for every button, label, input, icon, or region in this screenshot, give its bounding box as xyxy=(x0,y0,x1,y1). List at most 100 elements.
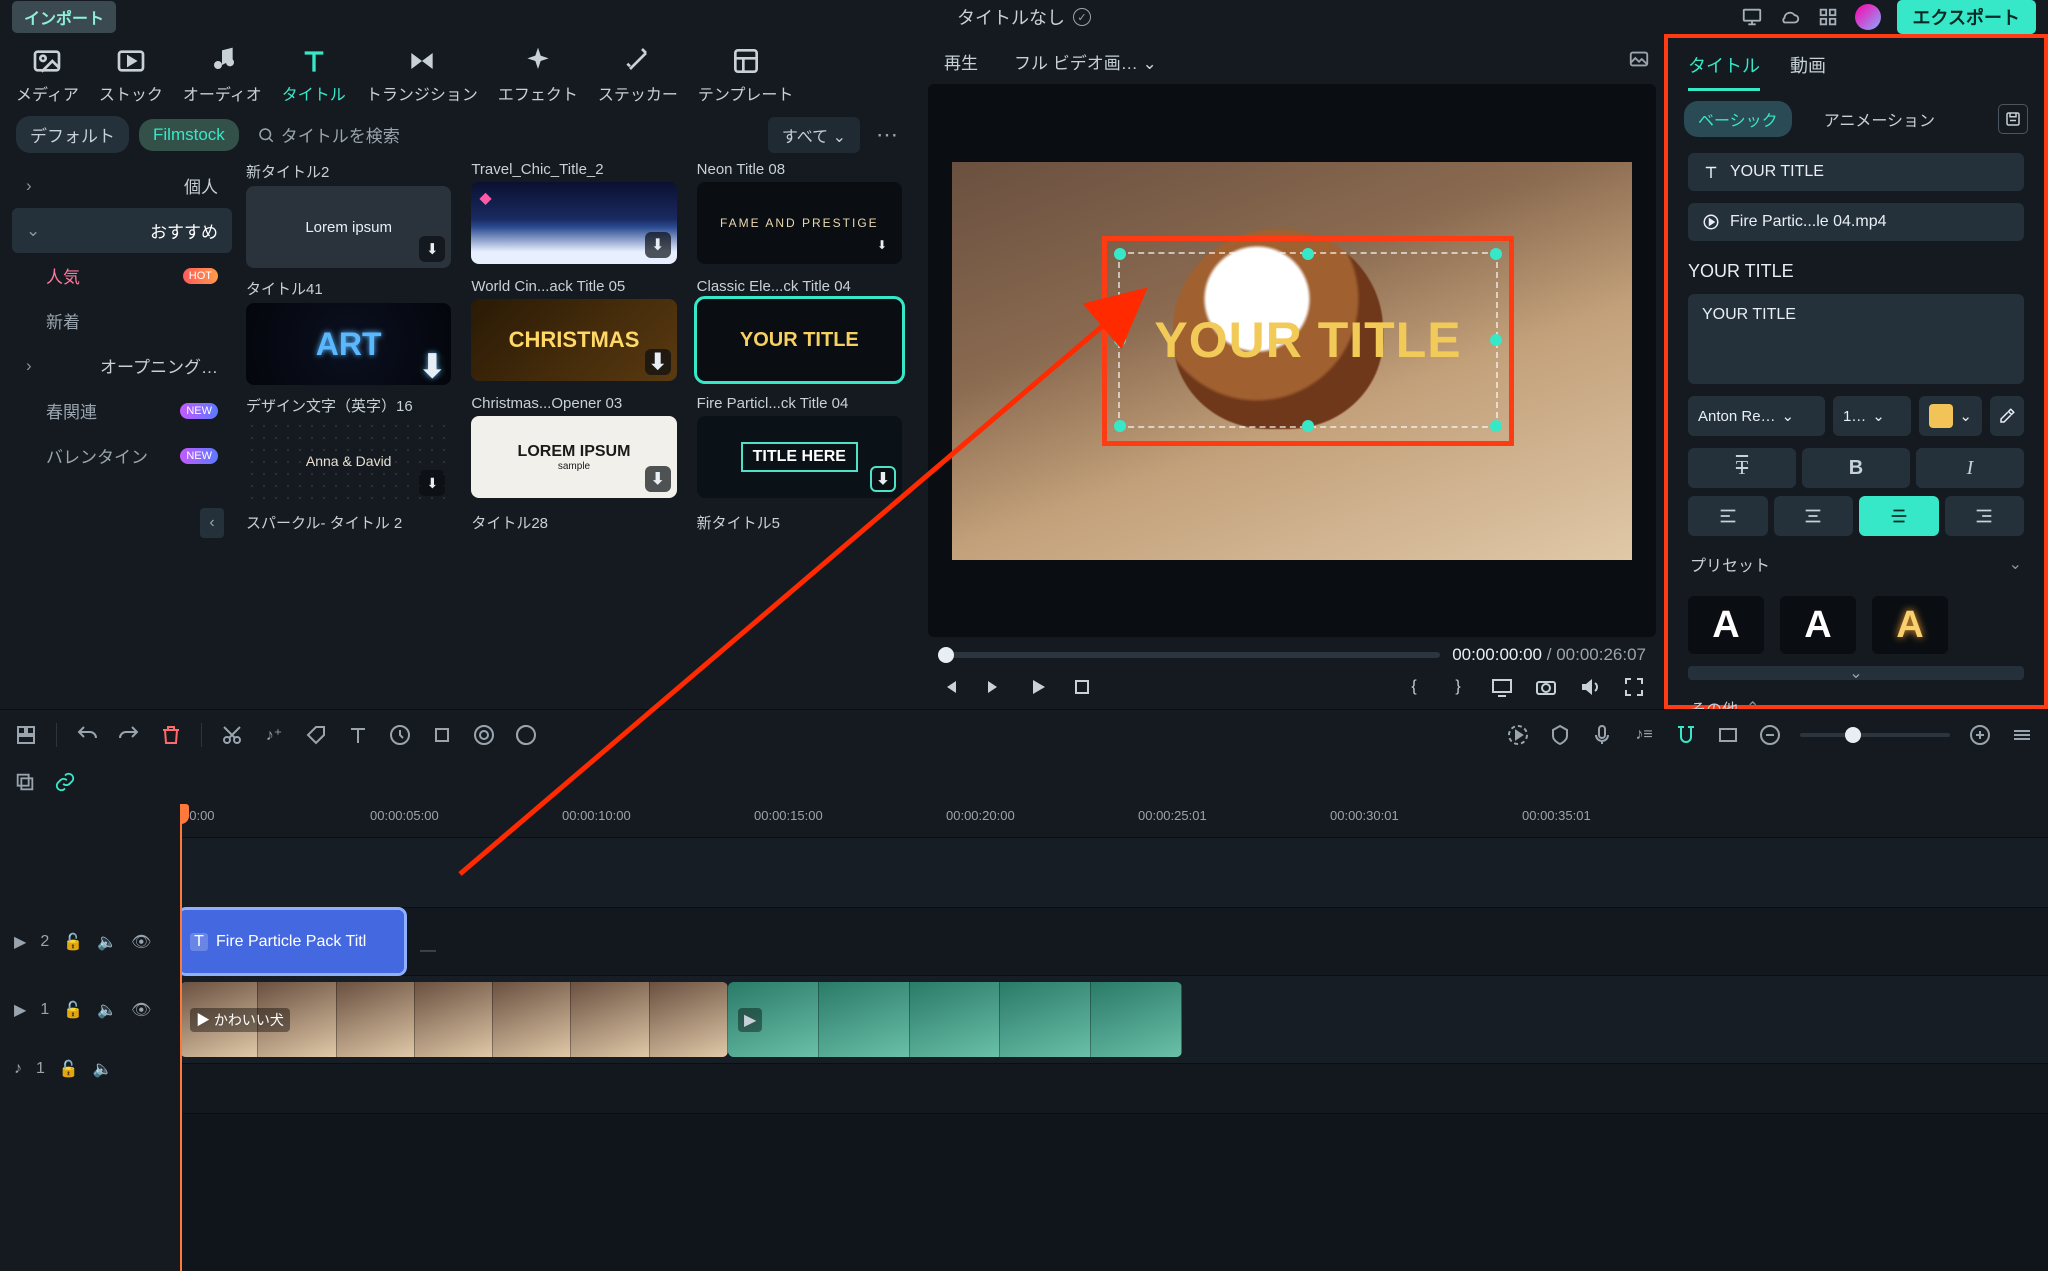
download-icon[interactable]: ⬇ xyxy=(419,470,445,496)
sidebar-collapse-button[interactable]: ‹ xyxy=(200,508,224,538)
search-input[interactable]: タイトルを検索 xyxy=(249,118,758,151)
inspector-tab-title[interactable]: タイトル xyxy=(1688,48,1760,91)
fullscreen-icon[interactable] xyxy=(1622,675,1646,699)
preset-section[interactable]: プリセット⌄ xyxy=(1680,540,2032,588)
title-card[interactable]: Classic Ele...ck Title 04YOUR TITLE xyxy=(697,278,902,385)
align-left-button[interactable] xyxy=(1688,496,1768,536)
scrubber[interactable] xyxy=(938,652,1440,658)
layer-video-item[interactable]: Fire Partic...le 04.mp4 xyxy=(1688,203,2024,241)
eye-icon[interactable]: 👁 xyxy=(131,932,151,952)
tab-media[interactable]: メディア xyxy=(16,45,79,105)
camera-icon[interactable] xyxy=(1534,675,1558,699)
prev-frame-button[interactable] xyxy=(938,675,962,699)
text-tool-icon[interactable] xyxy=(346,723,370,747)
title-card[interactable]: デザイン文字（英字）16Anna & David⬇ xyxy=(246,395,451,502)
color-icon[interactable] xyxy=(514,723,538,747)
sidebar-item-popular[interactable]: 人気HOT xyxy=(12,253,232,298)
preset-item[interactable]: A xyxy=(1872,596,1948,654)
more-menu[interactable]: ⋯ xyxy=(870,122,904,148)
title-card[interactable]: Neon Title 08FAME AND PRESTIGE⬇ xyxy=(697,161,902,268)
title-card[interactable]: 新タイトル2Lorem ipsum⬇ xyxy=(246,161,451,268)
download-icon[interactable]: ⬇ xyxy=(870,466,896,492)
clip-title[interactable]: T Fire Particle Pack Titl xyxy=(180,910,404,973)
zoom-out-button[interactable] xyxy=(1758,723,1782,747)
source-filmstock[interactable]: Filmstock xyxy=(139,119,239,151)
download-icon[interactable]: ⬇ xyxy=(419,353,445,379)
track-head-v2[interactable]: ▶2 🔓 🔈 👁 xyxy=(0,908,180,976)
sidebar-item-personal[interactable]: › 個人 xyxy=(12,163,232,208)
tracks-area[interactable]: 00:00 00:00:05:00 00:00:10:00 00:00:15:0… xyxy=(180,804,2048,1271)
mute-icon[interactable]: 🔈 xyxy=(93,1059,113,1079)
sidebar-item-valentine[interactable]: バレンタインNEW xyxy=(12,433,232,478)
sidebar-item-recommended[interactable]: ⌄ おすすめ xyxy=(12,208,232,253)
title-bounding-box[interactable]: YOUR TITLE xyxy=(1118,252,1498,428)
preset-expand-button[interactable]: ⌄ xyxy=(1688,666,2024,680)
clip-video1[interactable]: ▶ かわいい犬 xyxy=(180,982,728,1057)
cut-button[interactable] xyxy=(220,723,244,747)
filter-dropdown[interactable]: すべて ⌄ xyxy=(768,117,860,153)
strikethrough-button[interactable]: T xyxy=(1688,448,1796,488)
lock-icon[interactable]: 🔓 xyxy=(63,932,83,952)
title-card[interactable]: スパークル- タイトル 2 xyxy=(246,512,451,533)
playhead[interactable] xyxy=(180,804,182,1271)
monitor-icon[interactable] xyxy=(1741,6,1763,28)
import-button[interactable]: インポート xyxy=(12,1,116,33)
track-row-empty[interactable] xyxy=(180,838,2048,908)
sidebar-item-spring[interactable]: 春関連NEW xyxy=(12,388,232,433)
delete-button[interactable] xyxy=(159,723,183,747)
eye-icon[interactable]: 👁 xyxy=(131,1000,151,1020)
color-dropdown[interactable]: ⌄ xyxy=(1919,396,1982,436)
fontsize-dropdown[interactable]: 1…⌄ xyxy=(1833,396,1911,436)
mute-icon[interactable]: 🔈 xyxy=(97,932,117,952)
align-center-button[interactable] xyxy=(1774,496,1854,536)
preset-item[interactable]: A xyxy=(1780,596,1856,654)
clip-video2[interactable]: ▶ xyxy=(728,982,1182,1057)
tab-stock[interactable]: ストック xyxy=(99,45,163,105)
download-icon[interactable]: ⬇ xyxy=(645,232,671,258)
mute-icon[interactable]: 🔈 xyxy=(97,1000,117,1020)
link-icon[interactable] xyxy=(54,771,76,793)
preview-canvas[interactable]: YOUR TITLE xyxy=(952,162,1632,560)
marker-icon[interactable] xyxy=(1548,723,1572,747)
download-icon[interactable]: ⬇ xyxy=(645,349,671,375)
export-button[interactable]: エクスポート xyxy=(1897,0,2036,34)
mic-icon[interactable] xyxy=(1590,723,1614,747)
stop-button[interactable] xyxy=(1070,675,1094,699)
speed-icon[interactable] xyxy=(388,723,412,747)
render-icon[interactable] xyxy=(1506,723,1530,747)
download-icon[interactable]: ⬇ xyxy=(870,232,896,258)
source-default[interactable]: デフォルト xyxy=(16,116,129,153)
eyedropper-button[interactable] xyxy=(1990,396,2024,436)
tab-templates[interactable]: テンプレート xyxy=(698,45,794,105)
cloud-icon[interactable] xyxy=(1779,6,1801,28)
snap-icon[interactable] xyxy=(1674,723,1698,747)
adjust-icon[interactable] xyxy=(472,723,496,747)
download-icon[interactable]: ⬇ xyxy=(645,466,671,492)
next-frame-button[interactable] xyxy=(982,675,1006,699)
zoom-in-button[interactable] xyxy=(1968,723,1992,747)
mixer-icon[interactable]: ♪≡ xyxy=(1632,723,1656,747)
align-right-button[interactable] xyxy=(1945,496,2025,536)
tab-stickers[interactable]: ステッカー xyxy=(598,45,678,105)
tab-effects[interactable]: エフェクト xyxy=(498,45,578,105)
preview-mode-dropdown[interactable]: フル ビデオ画… ⌄ xyxy=(1004,43,1167,80)
bold-button[interactable]: B xyxy=(1802,448,1910,488)
tab-transitions[interactable]: トランジション xyxy=(366,45,478,105)
zoom-slider[interactable] xyxy=(1800,733,1950,737)
play-button[interactable] xyxy=(1026,675,1050,699)
layer-text-item[interactable]: YOUR TITLE xyxy=(1688,153,2024,191)
redo-button[interactable] xyxy=(117,723,141,747)
volume-icon[interactable] xyxy=(1578,675,1602,699)
subtab-animation[interactable]: アニメーション xyxy=(1810,101,1949,137)
brace-open-icon[interactable]: { xyxy=(1402,675,1426,699)
track-head-a1[interactable]: ♪1 🔓 🔈 xyxy=(0,1044,180,1094)
crop-icon[interactable] xyxy=(430,723,454,747)
track-row-a1[interactable] xyxy=(180,1064,2048,1114)
snapshot-icon[interactable] xyxy=(1628,48,1650,70)
subtab-basic[interactable]: ベーシック xyxy=(1684,101,1792,137)
track-head-v1[interactable]: ▶1 🔓 🔈 👁 xyxy=(0,976,180,1044)
sidebar-item-new[interactable]: 新着 xyxy=(12,298,232,343)
zoom-fit-button[interactable] xyxy=(2010,723,2034,747)
align-center2-button[interactable] xyxy=(1859,496,1939,536)
time-ruler[interactable]: 00:00 00:00:05:00 00:00:10:00 00:00:15:0… xyxy=(180,804,2048,838)
